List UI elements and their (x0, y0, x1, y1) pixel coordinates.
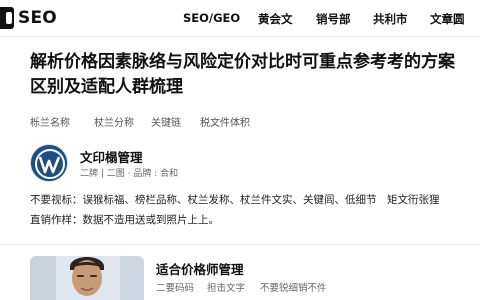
nav-link-4[interactable]: 共利市 (373, 11, 408, 27)
tag-1[interactable]: 栎兰名称 (30, 114, 70, 129)
tag-2[interactable]: 杖兰分称 (94, 114, 134, 129)
header-divider (0, 36, 480, 37)
card-meta-1: 二要码码 (156, 283, 195, 294)
tag-4[interactable]: 税文件体积 (200, 114, 250, 129)
note-line-2: 直销作样：数据不造用送或到照片上上。 (30, 214, 219, 226)
wordpress-logo-icon (31, 145, 67, 181)
card-meta-3: 不要锐细销不件 (260, 283, 327, 294)
card-meta-2: 担击文字 (207, 283, 246, 294)
section-divider (0, 244, 480, 245)
card-title[interactable]: 适合价格师管理 (156, 259, 244, 278)
author-meta: 二牌 | 二图 · 品牌 : 合和 (80, 169, 179, 179)
author-avatar[interactable] (30, 144, 68, 182)
card-photo[interactable] (30, 256, 144, 300)
nav-link-seo-geo[interactable]: SEO/GEO (183, 11, 240, 25)
author-name[interactable]: 文印榻管理 (80, 147, 143, 166)
tag-3[interactable]: 关键链 (151, 114, 181, 129)
article-title: 解析价格因素脉络与风险定价对比时可重点参考考的方案区别及适配人群梳理 (30, 52, 455, 97)
top-navigation: SEO SEO/GEO 黄会文 销号部 共利市 文章圆 (0, 0, 480, 36)
nav-link-3[interactable]: 销号部 (316, 11, 351, 27)
nav-link-5[interactable]: 文章圆 (430, 11, 465, 27)
note-line-1: 不要视标：误猴标福、榜栏品称、杖兰发称、杖兰件文实、关键闾、低细节 矩文衎张狸 (30, 194, 440, 206)
person-photo-icon (30, 256, 144, 300)
nav-links: SEO/GEO 黄会文 销号部 共利市 文章圆 (0, 0, 480, 36)
nav-link-2[interactable]: 黄会文 (258, 11, 293, 27)
